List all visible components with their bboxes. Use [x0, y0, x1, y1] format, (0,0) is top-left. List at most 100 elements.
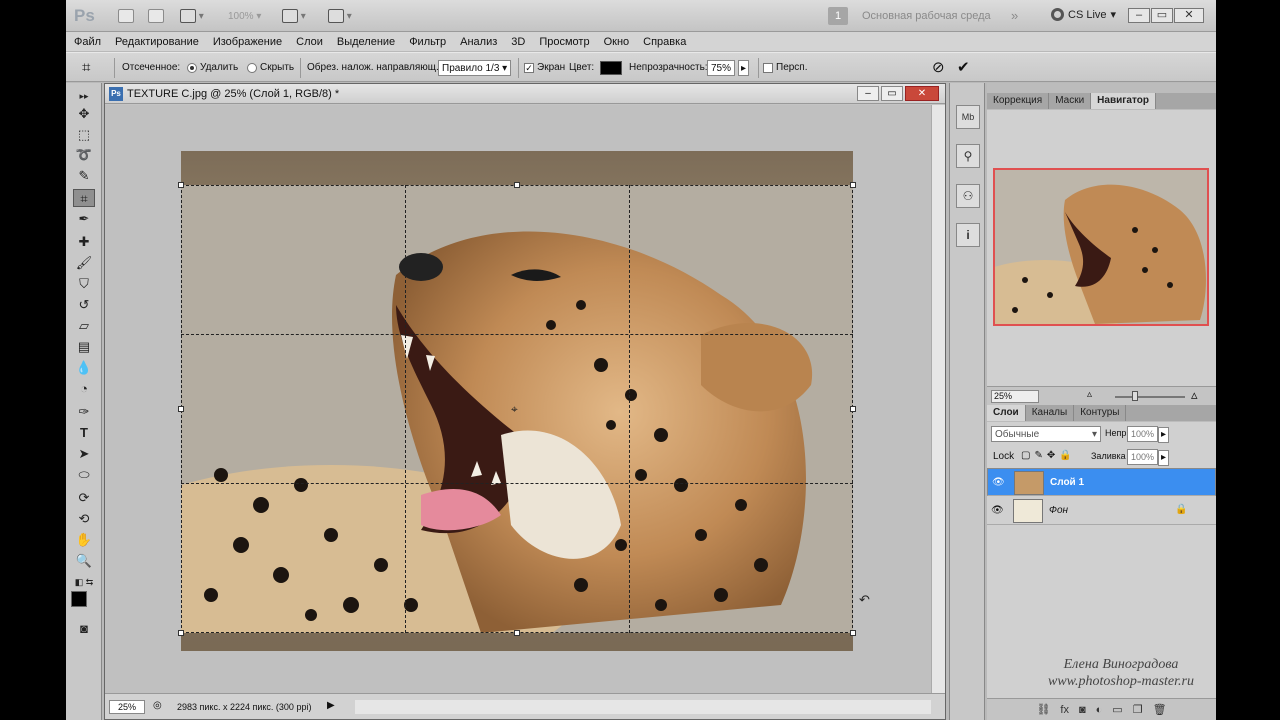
overlay-select[interactable]: Правило 1/3 ▾: [438, 60, 512, 76]
doc-maximize-button[interactable]: ▭: [881, 86, 903, 101]
screen-mode-icon[interactable]: ▾: [328, 8, 352, 24]
history-brush-tool-icon[interactable]: ↺: [73, 296, 95, 314]
guides-icon[interactable]: ▾: [180, 8, 204, 24]
lock-icons[interactable]: ▢✎✥🔒: [1021, 450, 1076, 461]
zoom-in-icon[interactable]: ▵: [1191, 387, 1198, 403]
actions-panel-icon[interactable]: ⚇: [956, 184, 980, 208]
crop-handle[interactable]: [850, 182, 856, 188]
eraser-tool-icon[interactable]: ▱: [73, 317, 95, 335]
canvas-area[interactable]: ⌖ ↶: [105, 105, 931, 693]
zoom-field[interactable]: 25%: [109, 700, 145, 714]
new-layer-icon[interactable]: ❐: [1133, 703, 1143, 716]
minimize-button[interactable]: –: [1128, 8, 1150, 23]
doc-minimize-button[interactable]: –: [857, 86, 879, 101]
menu-layer[interactable]: Слои: [296, 36, 323, 48]
delete-layer-icon[interactable]: 🗑: [1153, 703, 1167, 716]
crop-handle[interactable]: [178, 630, 184, 636]
menu-analysis[interactable]: Анализ: [460, 36, 497, 48]
layer-row[interactable]: 👁 Слой 1: [987, 468, 1216, 496]
doc-close-button[interactable]: ✕: [905, 86, 939, 101]
delete-radio[interactable]: Удалить: [187, 62, 238, 73]
menu-filter[interactable]: Фильтр: [409, 36, 446, 48]
navigator-zoom-slider[interactable]: [1115, 396, 1185, 398]
new-group-icon[interactable]: ▭: [1112, 703, 1122, 716]
marquee-tool-icon[interactable]: ⬚: [73, 126, 95, 144]
tab-paths[interactable]: Контуры: [1074, 405, 1127, 421]
tab-channels[interactable]: Каналы: [1026, 405, 1075, 421]
3d-orbit-tool-icon[interactable]: ⟲: [73, 510, 95, 528]
navigator-proxy-view[interactable]: [993, 168, 1209, 326]
menu-file[interactable]: Файл: [74, 36, 101, 48]
document-title-bar[interactable]: Ps TEXTURE C.jpg @ 25% (Слой 1, RGB/8) *…: [105, 84, 945, 104]
layer-opacity-field[interactable]: 100% ▸: [1127, 426, 1170, 443]
hand-tool-icon[interactable]: ✋: [73, 531, 95, 549]
brush-tool-icon[interactable]: 🖌: [73, 254, 95, 272]
collapse-icon[interactable]: ▸▸: [73, 87, 95, 105]
shield-color-swatch[interactable]: [600, 61, 622, 75]
menu-image[interactable]: Изображение: [213, 36, 282, 48]
history-panel-icon[interactable]: ⚲: [956, 144, 980, 168]
opacity-field[interactable]: 75% ▸: [707, 60, 750, 76]
menu-window[interactable]: Окно: [604, 36, 630, 48]
crop-tool-preset-icon[interactable]: ⌗: [82, 59, 90, 76]
healing-brush-tool-icon[interactable]: ✚: [73, 233, 95, 251]
crop-handle[interactable]: [514, 182, 520, 188]
crop-tool-icon[interactable]: ⌗: [73, 189, 95, 207]
slider-thumb[interactable]: [1132, 391, 1138, 401]
minibridge-panel-icon[interactable]: Mb: [956, 105, 980, 129]
tab-layers[interactable]: Слои: [987, 405, 1026, 421]
menu-3d[interactable]: 3D: [511, 36, 525, 48]
zoom-level-select[interactable]: 100% ▾: [228, 8, 261, 24]
close-button[interactable]: ✕: [1174, 8, 1204, 23]
crop-handle[interactable]: [178, 182, 184, 188]
dodge-tool-icon[interactable]: ◔: [73, 380, 95, 398]
crop-center-icon[interactable]: ⌖: [511, 402, 518, 417]
layer-style-icon[interactable]: fx: [1060, 704, 1069, 716]
gradient-tool-icon[interactable]: ▤: [73, 338, 95, 356]
adjustment-layer-icon[interactable]: ◐: [1096, 704, 1103, 716]
foreground-color-swatch[interactable]: [71, 591, 87, 607]
quick-selection-tool-icon[interactable]: ✎: [73, 167, 95, 185]
status-menu-icon[interactable]: ▶: [327, 700, 335, 711]
commit-crop-icon[interactable]: ✔: [957, 58, 970, 76]
arrange-documents-icon[interactable]: ▾: [282, 8, 306, 24]
perspective-checkbox[interactable]: Персп.: [763, 62, 808, 73]
bridge-icon[interactable]: [118, 8, 134, 24]
tab-masks[interactable]: Маски: [1049, 93, 1092, 109]
crop-handle[interactable]: [850, 630, 856, 636]
pen-tool-icon[interactable]: ✑: [73, 403, 95, 421]
menu-help[interactable]: Справка: [643, 36, 686, 48]
visibility-eye-icon[interactable]: 👁: [991, 505, 1004, 517]
layer-row[interactable]: 👁 Фон 🔒: [987, 497, 1216, 525]
vertical-scrollbar[interactable]: [931, 105, 945, 693]
visibility-eye-icon[interactable]: 👁: [992, 477, 1005, 489]
move-tool-icon[interactable]: ✥: [73, 105, 95, 123]
default-colors-icon[interactable]: ◧ ⇆: [73, 573, 95, 591]
shield-checkbox[interactable]: ✓ Экран: [524, 62, 565, 73]
blur-tool-icon[interactable]: 💧: [73, 359, 95, 377]
zoom-out-icon[interactable]: ▵: [1087, 389, 1092, 400]
tab-navigator[interactable]: Навигатор: [1091, 93, 1156, 109]
fill-field[interactable]: 100% ▸: [1127, 449, 1170, 466]
menu-edit[interactable]: Редактирование: [115, 36, 199, 48]
add-mask-icon[interactable]: ◙: [1079, 704, 1086, 716]
hide-radio[interactable]: Скрыть: [247, 62, 294, 73]
tab-adjustments[interactable]: Коррекция: [987, 93, 1050, 109]
blend-mode-select[interactable]: Обычные ▾: [991, 426, 1101, 442]
menu-select[interactable]: Выделение: [337, 36, 395, 48]
ellipse-tool-icon[interactable]: ⬭: [73, 466, 95, 484]
path-selection-tool-icon[interactable]: ➤: [73, 445, 95, 463]
horizontal-scrollbar[interactable]: [355, 700, 931, 714]
quick-mask-icon[interactable]: ◙: [73, 620, 95, 638]
cslive-menu[interactable]: CS Live ▾: [1051, 8, 1116, 21]
crop-handle[interactable]: [178, 406, 184, 412]
crop-handle[interactable]: [850, 406, 856, 412]
workspace-label[interactable]: Основная рабочая среда: [862, 10, 991, 22]
maximize-button[interactable]: ▭: [1151, 8, 1173, 23]
link-layers-icon[interactable]: ⛓: [1036, 703, 1050, 716]
type-tool-icon[interactable]: T: [73, 424, 95, 442]
clone-stamp-tool-icon[interactable]: ⛉: [73, 275, 95, 293]
minibridge-icon[interactable]: [148, 8, 164, 24]
3d-rotate-tool-icon[interactable]: ⟳: [73, 489, 95, 507]
cancel-crop-icon[interactable]: ⊘: [932, 58, 945, 76]
